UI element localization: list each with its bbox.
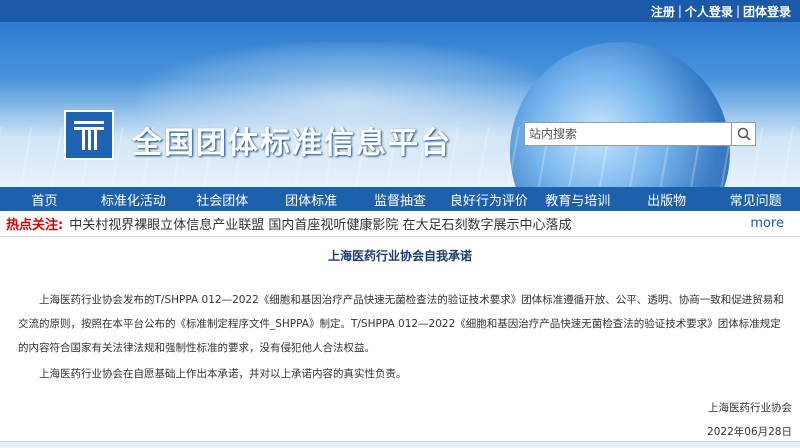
site-title: 全国团体标准信息平台	[132, 126, 452, 161]
banner: 全国团体标准信息平台	[0, 22, 800, 187]
top-bar: 注册 | 个人登录 | 团体登录	[0, 0, 800, 22]
search-box	[524, 122, 756, 146]
nav-item-publications[interactable]: 出版物	[622, 190, 711, 209]
search-button[interactable]	[732, 122, 756, 146]
hot-label: 热点关注:	[6, 218, 64, 233]
nav-item-group-standards[interactable]: 团体标准	[267, 190, 356, 209]
article: 上海医药行业协会自我承诺 上海医药行业协会发布的T/SHPPA 012—2022…	[0, 247, 800, 444]
register-link[interactable]: 注册	[651, 3, 675, 20]
nav-item-standardization[interactable]: 标准化活动	[89, 190, 178, 209]
nav-item-home[interactable]: 首页	[0, 190, 89, 209]
separator: |	[677, 4, 682, 18]
personal-login-link[interactable]: 个人登录	[685, 3, 733, 20]
article-title: 上海医药行业协会自我承诺	[327, 249, 472, 263]
nav-item-education[interactable]: 教育与培训	[533, 190, 622, 209]
hot-news-ticker: 热点关注: 中关村视界裸眼立体信息产业联盟 国内首座视听健康影院 在大足石刻数字…	[0, 211, 800, 237]
signer: 上海医药行业协会	[708, 402, 792, 414]
separator: |	[735, 4, 740, 18]
main-nav: 首页 标准化活动 社会团体 团体标准 监督抽查 良好行为评价 教育与培训 出版物…	[0, 187, 800, 211]
logo-icon	[74, 121, 104, 150]
more-link[interactable]: more	[750, 216, 784, 231]
search-icon	[737, 127, 751, 141]
nav-item-good-behavior[interactable]: 良好行为评价	[444, 190, 533, 209]
search-input[interactable]	[524, 122, 732, 146]
article-paragraph: 上海医药行业协会在自愿基础上作出本承诺，并对以上承诺内容的真实性负责。	[39, 368, 407, 380]
nav-item-faq[interactable]: 常见问题	[711, 190, 800, 209]
hot-news-link[interactable]: 中关村视界裸眼立体信息产业联盟 国内首座视听健康影院 在大足石刻数字展示中心落成	[69, 214, 750, 233]
nav-item-social-groups[interactable]: 社会团体	[178, 190, 267, 209]
group-login-link[interactable]: 团体登录	[743, 3, 791, 20]
article-paragraph: 上海医药行业协会发布的T/SHPPA 012—2022《细胞和基因治疗产品快速无…	[18, 294, 784, 354]
nav-item-supervision[interactable]: 监督抽查	[356, 190, 445, 209]
site-logo[interactable]	[64, 110, 114, 160]
footer-divider	[0, 441, 800, 448]
